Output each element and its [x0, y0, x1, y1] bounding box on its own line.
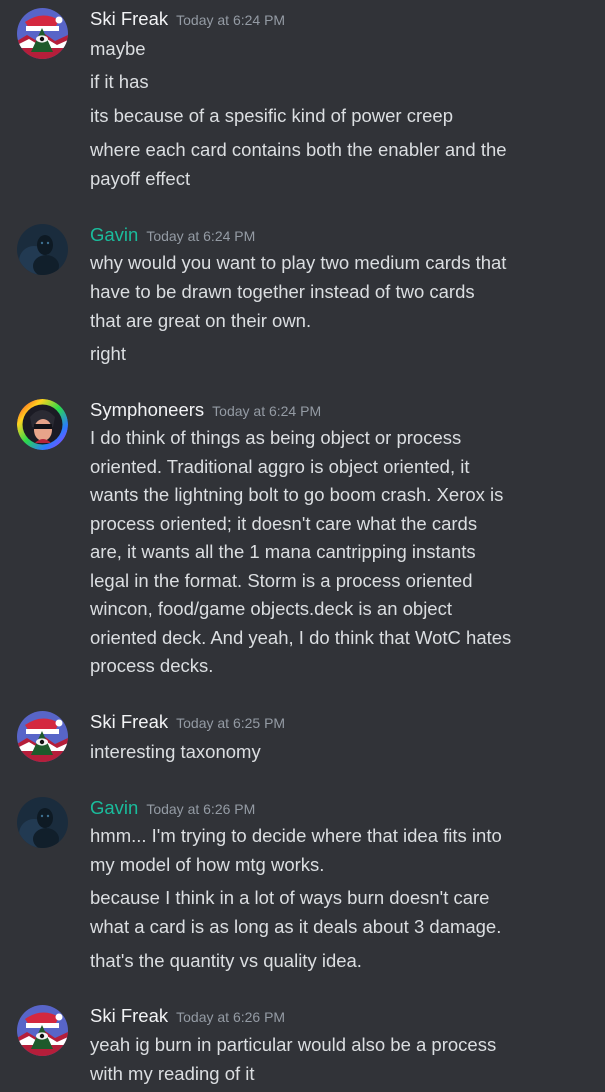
message-header: Gavin Today at 6:24 PM — [90, 224, 255, 250]
message-text: maybe — [90, 38, 146, 59]
ski-freak-avatar-icon[interactable] — [17, 1005, 68, 1056]
message-text: interesting taxonomy — [90, 741, 261, 762]
message-text: process oriented; it doesn't care what t… — [90, 513, 478, 534]
username[interactable]: Ski Freak — [90, 8, 168, 29]
timestamp[interactable]: Today at 6:26 PM — [176, 1009, 285, 1025]
timestamp[interactable]: Today at 6:24 PM — [176, 12, 285, 28]
message-header: Ski Freak Today at 6:26 PM — [90, 1005, 285, 1031]
username[interactable]: Gavin — [90, 224, 138, 245]
message-text: its because of a spesific kind of power … — [90, 105, 453, 126]
message-text: what a card is as long as it deals about… — [90, 916, 502, 937]
username[interactable]: Ski Freak — [90, 711, 168, 732]
message-text: because I think in a lot of ways burn do… — [90, 887, 490, 908]
message-text: yeah ig burn in particular would also be… — [90, 1034, 497, 1055]
symphoneers-avatar-icon[interactable] — [17, 399, 68, 450]
timestamp[interactable]: Today at 6:26 PM — [146, 801, 255, 817]
gavin-avatar-icon[interactable] — [17, 797, 68, 848]
message-text: wants the lightning bolt to go boom cras… — [90, 484, 504, 505]
timestamp[interactable]: Today at 6:24 PM — [212, 403, 321, 419]
message-header: Ski Freak Today at 6:25 PM — [90, 711, 285, 737]
message-text: oriented deck. And yeah, I do think that… — [90, 627, 512, 648]
username[interactable]: Symphoneers — [90, 399, 204, 420]
timestamp[interactable]: Today at 6:24 PM — [146, 228, 255, 244]
gavin-avatar-icon[interactable] — [17, 224, 68, 275]
message-text: wincon, food/game objects.deck is an obj… — [90, 598, 452, 619]
message-text: payoff effect — [90, 168, 191, 189]
message-header: Gavin Today at 6:26 PM — [90, 797, 255, 823]
username[interactable]: Gavin — [90, 797, 138, 818]
message-text: that's the quantity vs quality idea. — [90, 950, 362, 971]
message-text: legal in the format. Storm is a process … — [90, 570, 473, 591]
message-text: if it has — [90, 71, 149, 92]
message-text: are, it wants all the 1 mana cantripping… — [90, 541, 476, 562]
message-text: why would you want to play two medium ca… — [90, 252, 507, 273]
message-header: Symphoneers Today at 6:24 PM — [90, 399, 321, 425]
message-text: right — [90, 343, 126, 364]
message-text: that are great on their own. — [90, 310, 312, 331]
message-text: have to be drawn together instead of two… — [90, 281, 475, 302]
message-text: where each card contains both the enable… — [90, 139, 507, 160]
chat-message-list: Ski Freak Today at 6:24 PM maybe if it ha… — [0, 0, 605, 1092]
username[interactable]: Ski Freak — [90, 1005, 168, 1026]
ski-freak-avatar-icon[interactable] — [17, 711, 68, 762]
timestamp[interactable]: Today at 6:25 PM — [176, 715, 285, 731]
message-text: oriented. Traditional aggro is object or… — [90, 456, 470, 477]
ski-freak-avatar-icon[interactable] — [17, 8, 68, 59]
message-text: hmm... I'm trying to decide where that i… — [90, 825, 502, 846]
message-text: I do think of things as being object or … — [90, 427, 462, 448]
message-text: with my reading of it — [90, 1063, 255, 1084]
message-text: process decks. — [90, 655, 214, 676]
message-header: Ski Freak Today at 6:24 PM — [90, 8, 285, 34]
message-text: my model of how mtg works. — [90, 854, 325, 875]
